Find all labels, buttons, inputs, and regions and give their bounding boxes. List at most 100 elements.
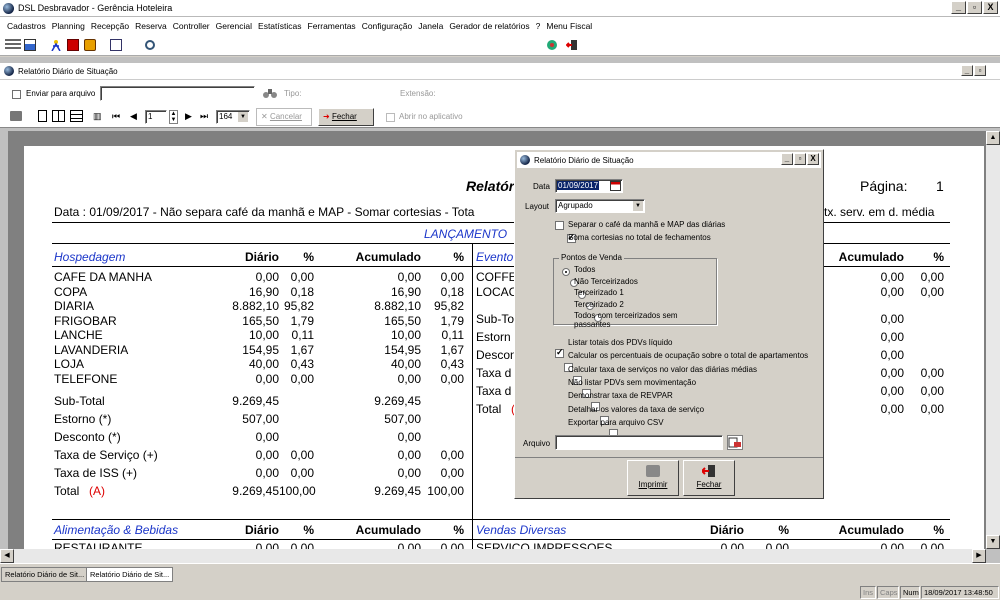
file-browse-icon[interactable] bbox=[727, 435, 743, 450]
vendas-cut-acum: 0,00 bbox=[880, 541, 904, 549]
print-button[interactable]: Imprimir bbox=[627, 460, 679, 496]
row-value: 0,11 bbox=[441, 328, 464, 342]
send-to-file-label: Enviar para arquivo bbox=[26, 89, 96, 98]
file-path-input[interactable] bbox=[100, 86, 255, 101]
calendar-picker-icon[interactable] bbox=[610, 181, 621, 191]
scroll-down-icon[interactable]: ▼ bbox=[986, 535, 1000, 549]
window-tab-2[interactable]: Relatório Diário de Sit... bbox=[86, 567, 174, 582]
door-icon[interactable] bbox=[67, 39, 79, 51]
menu-recepcao[interactable]: Recepção bbox=[88, 21, 132, 31]
menu-help[interactable]: ? bbox=[533, 21, 544, 31]
row-value: 0,00 bbox=[290, 371, 314, 386]
date-input[interactable]: 01/09/2017 bbox=[555, 179, 623, 193]
layout-value: Agrupado bbox=[558, 201, 593, 210]
alim-header-name: Alimentação & Bebidas bbox=[54, 523, 179, 537]
row-value: 0,18 bbox=[440, 284, 464, 299]
menu-gerador-relatorios[interactable]: Gerador de relatórios bbox=[446, 21, 532, 31]
scroll-right-icon[interactable]: ▶ bbox=[972, 549, 986, 563]
close-button[interactable]: X bbox=[983, 1, 998, 14]
page-label: Página: bbox=[860, 178, 908, 194]
soma-cortesias-label: Soma cortesias no total de fechamentos bbox=[568, 233, 711, 242]
menu-reserva[interactable]: Reserva bbox=[132, 21, 170, 31]
eventos-pct: 0,00 bbox=[920, 284, 944, 299]
two-page-icon[interactable] bbox=[52, 110, 65, 122]
next-page-icon[interactable]: ▶ bbox=[185, 111, 192, 122]
row-value: 0,00 bbox=[290, 270, 314, 284]
scroll-left-icon[interactable]: ◀ bbox=[0, 549, 14, 563]
printer-icon[interactable] bbox=[10, 111, 22, 121]
multi-page-icon[interactable] bbox=[70, 110, 83, 122]
child-restore-button[interactable]: ▫ bbox=[974, 65, 986, 76]
report-preview: Relatório Página: 1 Data : 01/09/2017 - … bbox=[8, 131, 986, 549]
last-page-icon[interactable]: ⏭ bbox=[200, 111, 208, 122]
date-value: 01/09/2017 bbox=[557, 181, 600, 190]
menu-janela[interactable]: Janela bbox=[415, 21, 446, 31]
eventos-label: Total bbox=[476, 402, 502, 416]
layout-dropdown-icon[interactable]: ▼ bbox=[633, 201, 643, 211]
row-label: Sub-Total bbox=[54, 394, 105, 408]
layout-select[interactable]: Agrupado ▼ bbox=[555, 199, 645, 213]
prev-page-icon[interactable]: ◀ bbox=[130, 111, 137, 122]
calendar-icon[interactable] bbox=[24, 39, 36, 51]
folder-icon[interactable] bbox=[84, 39, 96, 51]
vertical-scrollbar[interactable]: ▲ ▼ bbox=[986, 131, 1000, 549]
dialog-close-button[interactable]: X bbox=[807, 153, 819, 165]
pdv-radio[interactable] bbox=[562, 267, 570, 276]
menu-configuracao[interactable]: Configuração bbox=[359, 21, 416, 31]
dialog-minimize-button[interactable]: _ bbox=[781, 153, 793, 165]
exit-icon[interactable] bbox=[565, 39, 578, 51]
arquivo-input[interactable] bbox=[555, 435, 723, 450]
person-icon[interactable] bbox=[50, 39, 62, 52]
row-value: 165,50 bbox=[242, 313, 279, 328]
cancel-button: ✕ Cancelar bbox=[256, 108, 312, 126]
eventos-acum: 0,00 bbox=[880, 402, 904, 416]
binoculars-icon[interactable] bbox=[262, 86, 278, 102]
single-page-icon[interactable] bbox=[38, 110, 47, 122]
menu-controller[interactable]: Controller bbox=[170, 21, 213, 31]
window-tab-1[interactable]: Relatório Diário de Sit... bbox=[1, 567, 89, 582]
globe-icon[interactable] bbox=[546, 39, 558, 51]
type-label: Tipo: bbox=[284, 89, 302, 98]
menu-gerencial[interactable]: Gerencial bbox=[213, 21, 255, 31]
document-icon[interactable] bbox=[110, 39, 122, 51]
eventos-pct: 0,00 bbox=[920, 384, 944, 398]
zoom-select[interactable]: 164 ▼ bbox=[216, 110, 250, 124]
menu-estatisticas[interactable]: Estatísticas bbox=[255, 21, 304, 31]
option-label: Calcular taxa de serviços no valor das d… bbox=[568, 364, 757, 374]
total-label: Total bbox=[54, 484, 80, 498]
refresh-icon[interactable] bbox=[144, 39, 156, 51]
alim-cut-diario: 0,00 bbox=[255, 541, 279, 549]
dialog-close-action-button[interactable]: Fechar bbox=[683, 460, 735, 496]
date-label: Data bbox=[533, 182, 550, 191]
page-spinner[interactable]: ▲ ▼ bbox=[169, 110, 178, 124]
separar-cafe-checkbox[interactable] bbox=[555, 221, 564, 231]
menu-planning[interactable]: Planning bbox=[49, 21, 88, 31]
section-title: LANÇAMENTO bbox=[424, 227, 508, 241]
menu-fiscal[interactable]: Menu Fiscal bbox=[543, 21, 595, 31]
page-width-icon[interactable]: ▥ bbox=[93, 111, 102, 122]
eventos-acum: 0,00 bbox=[880, 348, 904, 362]
zoom-dropdown-icon[interactable]: ▼ bbox=[238, 112, 248, 122]
scroll-up-icon[interactable]: ▲ bbox=[986, 131, 1000, 145]
close-report-button[interactable]: ➜ Fechar bbox=[318, 108, 374, 126]
option-checkbox[interactable] bbox=[555, 347, 564, 359]
first-page-icon[interactable]: ⏮ bbox=[112, 111, 120, 122]
dialog-logo-icon bbox=[520, 155, 530, 165]
row-value: 0,00 bbox=[397, 466, 421, 480]
vendas-header-name: Vendas Diversas bbox=[476, 523, 567, 537]
hosp-header-acum: Acumulado bbox=[355, 250, 421, 264]
send-to-file-checkbox[interactable] bbox=[12, 90, 21, 100]
dialog-close-label: Fechar bbox=[696, 480, 722, 489]
page-number-input[interactable]: 1 bbox=[145, 110, 167, 124]
minimize-button[interactable]: _ bbox=[951, 1, 966, 14]
child-minimize-button[interactable]: _ bbox=[961, 65, 973, 76]
dialog-maximize-button[interactable]: ▫ bbox=[794, 153, 806, 165]
horizontal-scrollbar[interactable]: ◀ ▶ bbox=[0, 549, 986, 563]
eventos-label: Taxa d bbox=[476, 384, 512, 398]
row-value: 9.269,45 bbox=[374, 394, 421, 408]
menu-ferramentas[interactable]: Ferramentas bbox=[305, 21, 359, 31]
maximize-button[interactable]: ▫ bbox=[967, 1, 982, 14]
list-icon[interactable] bbox=[5, 39, 21, 51]
menu-cadastros[interactable]: Cadastros bbox=[4, 21, 49, 31]
alim-cut-pct: 0,00 bbox=[290, 541, 314, 549]
